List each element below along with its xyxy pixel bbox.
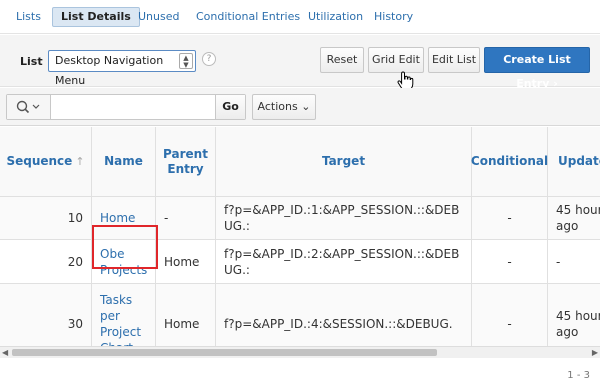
actions-label: Actions [257, 100, 298, 113]
list-select-value: Desktop Navigation Menu [55, 54, 164, 87]
list-label: List [20, 55, 43, 68]
tab-utilization[interactable]: Utilization [300, 7, 371, 27]
pagination-info: 1 - 3 [567, 370, 590, 381]
table-cell-target: f?p=&APP_ID.:2:&APP_SESSION.::&DEBUG.: [216, 240, 472, 284]
table-cell-updated: 45 hours ago [548, 197, 600, 240]
table-cell-sequence: 20 [0, 240, 92, 284]
list-select[interactable]: Desktop Navigation Menu ▲ ▼ [48, 50, 196, 87]
column-header-name[interactable]: Name [92, 127, 156, 197]
search-column-selector[interactable] [7, 95, 51, 119]
table-cell-updated: 45 hours ago [548, 284, 600, 346]
tab-bar: Lists List Details Unused Conditional En… [0, 0, 600, 34]
table-cell-sequence: 30 [0, 284, 92, 346]
grid-footer: 1 - 3 [0, 358, 600, 388]
table-cell-conditional: - [472, 284, 548, 346]
search-input[interactable] [51, 95, 217, 119]
table-cell-sequence: 10 [0, 197, 92, 240]
list-toolbar: List Desktop Navigation Menu ▲ ▼ ? Reset … [0, 35, 600, 90]
select-arrows-icon: ▲ ▼ [179, 53, 193, 69]
edit-list-button[interactable]: Edit List [428, 47, 480, 73]
tab-conditional-entries[interactable]: Conditional Entries [188, 7, 308, 27]
table-cell-target: f?p=&APP_ID.:4:&SESSION.::&DEBUG. [216, 284, 472, 346]
horizontal-scrollbar[interactable]: ◀ ▶ [0, 346, 600, 358]
table-cell-conditional: - [472, 240, 548, 284]
column-header-sequence[interactable]: Sequence ↑ [0, 127, 92, 197]
column-header-sequence-label: Sequence [6, 154, 73, 168]
table-cell-parent: Home [156, 284, 216, 346]
scroll-right-icon[interactable]: ▶ [592, 348, 598, 357]
search-group: Go [6, 94, 246, 120]
table-cell-conditional: - [472, 197, 548, 240]
tab-lists[interactable]: Lists [8, 7, 49, 27]
list-entries-grid: Sequence ↑ Name Parent Entry Target Cond… [0, 127, 600, 346]
column-header-target[interactable]: Target [216, 127, 472, 197]
help-icon[interactable]: ? [202, 52, 216, 66]
actions-button[interactable]: Actions ⌄ [252, 94, 316, 120]
column-header-updated[interactable]: Update [548, 127, 600, 197]
create-list-entry-button[interactable]: Create List Entry › [484, 47, 590, 90]
scroll-left-icon[interactable]: ◀ [2, 348, 8, 357]
go-button[interactable]: Go [215, 95, 245, 119]
chevron-down-icon: ⌄ [301, 100, 311, 113]
column-header-parent-entry[interactable]: Parent Entry [156, 127, 216, 197]
column-header-conditional[interactable]: Conditional [471, 127, 548, 197]
search-icon [16, 100, 40, 114]
table-cell-target: f?p=&APP_ID.:1:&APP_SESSION.::&DEBUG.: [216, 197, 472, 240]
tab-unused[interactable]: Unused [130, 7, 187, 27]
sort-ascending-icon: ↑ [75, 155, 85, 168]
highlight-box [92, 225, 158, 269]
tab-history[interactable]: History [366, 7, 421, 27]
table-cell-updated: - [548, 240, 600, 284]
table-cell-name-link[interactable]: Tasks per Project Chart [92, 284, 156, 346]
search-bar: Go Actions ⌄ [0, 88, 600, 126]
table-cell-parent: - [156, 197, 216, 240]
reset-button[interactable]: Reset [320, 47, 364, 73]
tab-list-details[interactable]: List Details [52, 7, 140, 27]
create-list-entry-label: Create List Entry [503, 53, 571, 90]
scrollbar-thumb[interactable] [12, 349, 437, 356]
table-cell-parent: Home [156, 240, 216, 284]
